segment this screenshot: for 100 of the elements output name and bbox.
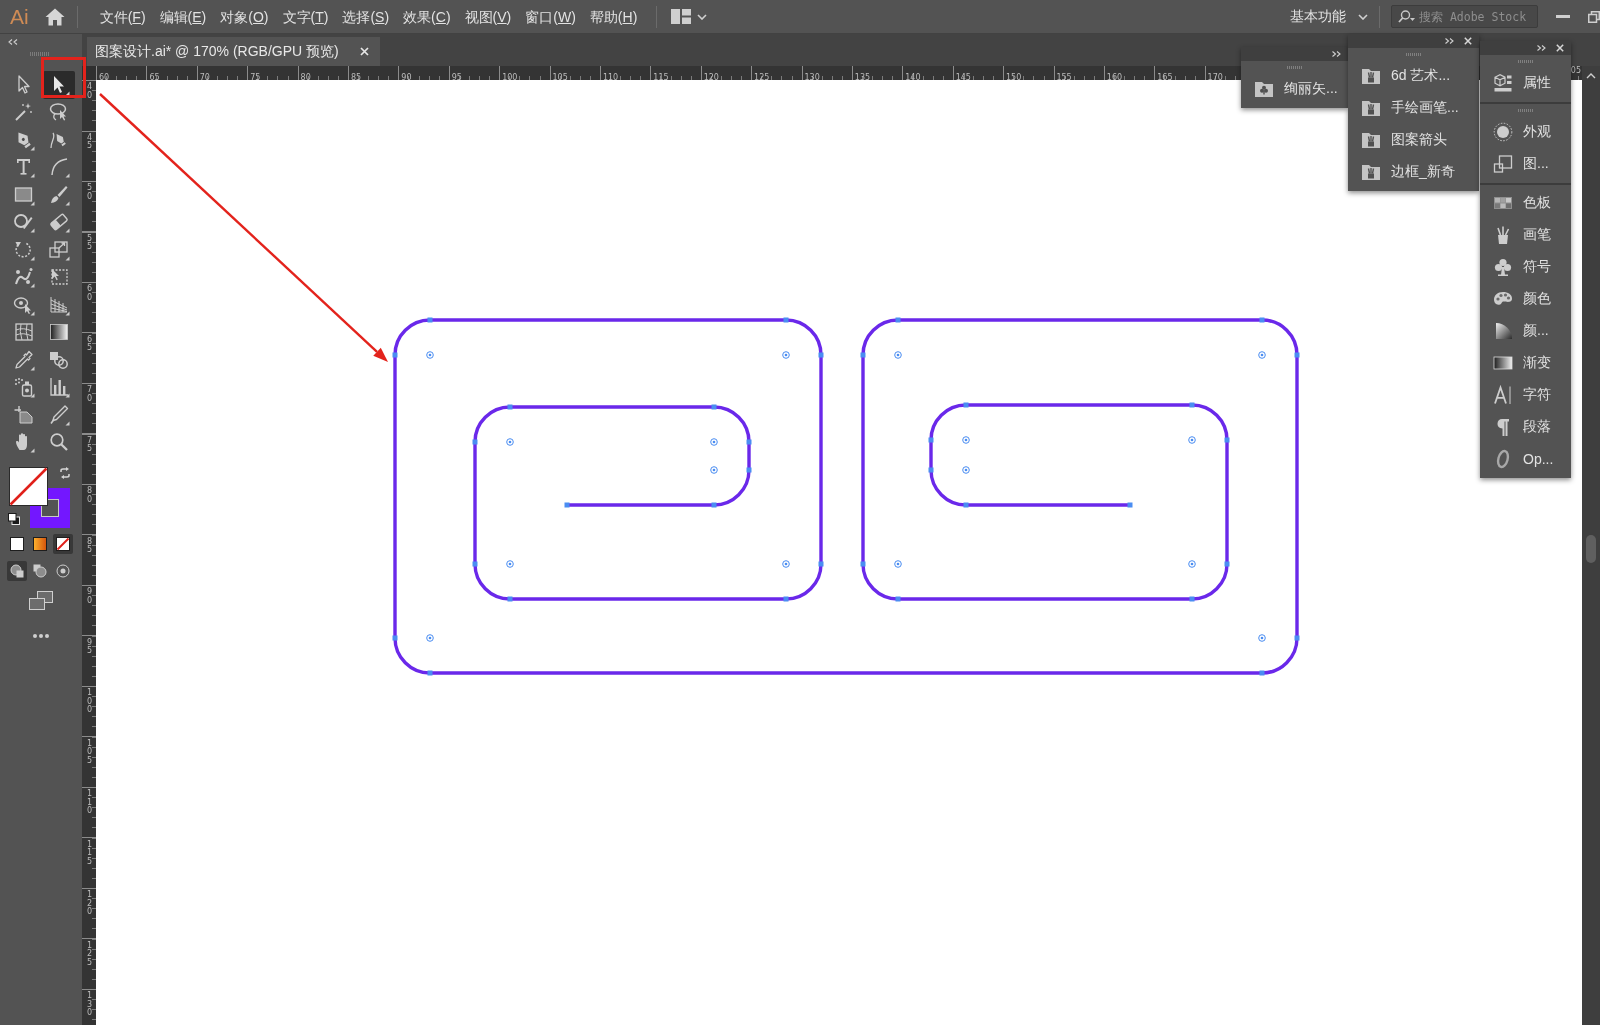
menu-item[interactable]: 文件(F) — [92, 7, 153, 26]
panel-item[interactable]: 符号 — [1480, 251, 1571, 283]
menu-item[interactable]: 视图(V) — [457, 7, 519, 26]
menu-item[interactable]: 编辑(E) — [152, 7, 214, 26]
anchor-point[interactable] — [1224, 437, 1230, 443]
panel-item[interactable]: 手绘画笔... — [1348, 92, 1479, 124]
anchor-point[interactable] — [746, 439, 752, 445]
anchor-point[interactable] — [711, 404, 717, 410]
collapse-icon[interactable] — [1445, 38, 1454, 44]
panel-item[interactable]: 色板 — [1480, 187, 1571, 219]
grip-icon[interactable] — [1518, 108, 1533, 112]
panel-item[interactable]: 画笔 — [1480, 219, 1571, 251]
menu-item[interactable]: 窗口(W) — [518, 7, 583, 26]
panel-item[interactable]: 颜色 — [1480, 283, 1571, 315]
default-colors-icon[interactable] — [8, 513, 20, 525]
center-point-icon — [710, 438, 718, 446]
collapse-icon[interactable] — [1332, 51, 1341, 57]
close-icon[interactable] — [1556, 44, 1564, 52]
panel-item[interactable]: 6d 艺术... — [1348, 60, 1479, 92]
grip-icon[interactable] — [1287, 65, 1302, 69]
ruler-number: 165 — [1157, 73, 1173, 80]
anchor-point[interactable] — [746, 467, 752, 473]
anchor-point[interactable] — [472, 561, 478, 567]
center-point-icon — [894, 560, 902, 568]
grip-icon[interactable] — [30, 52, 50, 56]
menu-item[interactable]: 效果(C) — [396, 7, 458, 26]
panel-item[interactable]: 外观 — [1480, 116, 1571, 148]
anchor-point[interactable] — [963, 402, 969, 408]
anchor-point[interactable] — [392, 635, 398, 641]
arrange-documents-button[interactable] — [669, 9, 710, 24]
panel-item[interactable]: 图案箭头 — [1348, 124, 1479, 156]
draw-mode-button[interactable] — [53, 561, 73, 581]
anchor-point[interactable] — [564, 502, 570, 508]
menu-item[interactable]: 文字(T) — [275, 7, 336, 26]
anchor-point[interactable] — [711, 502, 717, 508]
panel-item[interactable]: 边框_新奇 — [1348, 156, 1479, 188]
anchor-point[interactable] — [392, 352, 398, 358]
collapse-icon[interactable] — [8, 39, 18, 45]
anchor-point[interactable] — [895, 317, 901, 323]
anchor-point[interactable] — [783, 596, 789, 602]
anchor-point[interactable] — [928, 437, 934, 443]
menu-item[interactable]: 选择(S) — [335, 7, 397, 26]
anchor-point[interactable] — [1224, 561, 1230, 567]
anchor-point[interactable] — [472, 439, 478, 445]
ruler-number: 75 — [87, 436, 93, 454]
anchor-point[interactable] — [1189, 596, 1195, 602]
anchor-point[interactable] — [928, 467, 934, 473]
anchor-point[interactable] — [818, 561, 824, 567]
vertical-scrollbar[interactable] — [1582, 66, 1600, 1025]
anchor-point[interactable] — [860, 561, 866, 567]
panel-item[interactable]: 颜... — [1480, 315, 1571, 347]
panel-item[interactable]: Op... — [1480, 443, 1571, 475]
anchor-point[interactable] — [1259, 670, 1265, 676]
scroll-up-icon[interactable] — [1586, 73, 1596, 79]
anchor-point[interactable] — [1294, 352, 1300, 358]
grip-icon[interactable] — [1406, 52, 1421, 56]
anchor-point[interactable] — [860, 352, 866, 358]
anchor-point[interactable] — [1259, 317, 1265, 323]
menu-item[interactable]: 对象(O) — [213, 7, 276, 26]
search-field[interactable]: 搜索 Adobe Stock — [1391, 5, 1538, 28]
anchor-point[interactable] — [427, 317, 433, 323]
color-mode-button[interactable] — [53, 534, 73, 554]
brush-folder-icon — [1361, 98, 1381, 118]
panel-item[interactable]: 段落 — [1480, 411, 1571, 443]
grip-icon[interactable] — [1518, 59, 1533, 63]
anchor-point[interactable] — [1189, 402, 1195, 408]
document-tab[interactable]: 图案设计.ai* @ 170% (RGB/GPU 预览) — [87, 37, 380, 66]
panel-item[interactable]: 图... — [1480, 148, 1571, 180]
ruler-number: 160 — [1106, 73, 1123, 80]
anchor-point[interactable] — [1294, 635, 1300, 641]
panel-item[interactable]: 属性 — [1480, 67, 1571, 99]
close-icon[interactable] — [360, 47, 369, 56]
anchor-point[interactable] — [427, 670, 433, 676]
panel-item[interactable]: 绚丽矢... — [1241, 73, 1348, 105]
panel-item[interactable]: 渐变 — [1480, 347, 1571, 379]
anchor-point[interactable] — [1127, 502, 1133, 508]
anchor-point[interactable] — [507, 596, 513, 602]
home-icon[interactable] — [44, 7, 65, 26]
panel-item[interactable]: 字符 — [1480, 379, 1571, 411]
close-icon[interactable] — [1464, 37, 1472, 45]
color-mode-button[interactable] — [7, 534, 27, 554]
dotted-circle-icon — [1493, 122, 1513, 142]
anchor-point[interactable] — [895, 596, 901, 602]
ruler-number: 60 — [87, 285, 93, 302]
edit-toolbar-button[interactable] — [33, 634, 49, 638]
workspace-dropdown[interactable]: 基本功能 — [1290, 7, 1368, 26]
screen-mode-button[interactable] — [29, 591, 53, 610]
scrollbar-thumb[interactable] — [1586, 535, 1596, 563]
swap-arrows-icon[interactable] — [59, 467, 71, 479]
anchor-point[interactable] — [818, 352, 824, 358]
draw-mode-button[interactable] — [7, 561, 27, 581]
anchor-point[interactable] — [507, 404, 513, 410]
ruler-number: 130 — [87, 992, 93, 1018]
fill-swatch-icon[interactable] — [9, 467, 48, 506]
collapse-icon[interactable] — [1537, 45, 1546, 51]
menu-item[interactable]: 帮助(H) — [582, 7, 645, 26]
anchor-point[interactable] — [783, 317, 789, 323]
anchor-point[interactable] — [963, 502, 969, 508]
color-mode-button[interactable] — [30, 534, 50, 554]
restore-icon[interactable] — [1588, 10, 1600, 23]
